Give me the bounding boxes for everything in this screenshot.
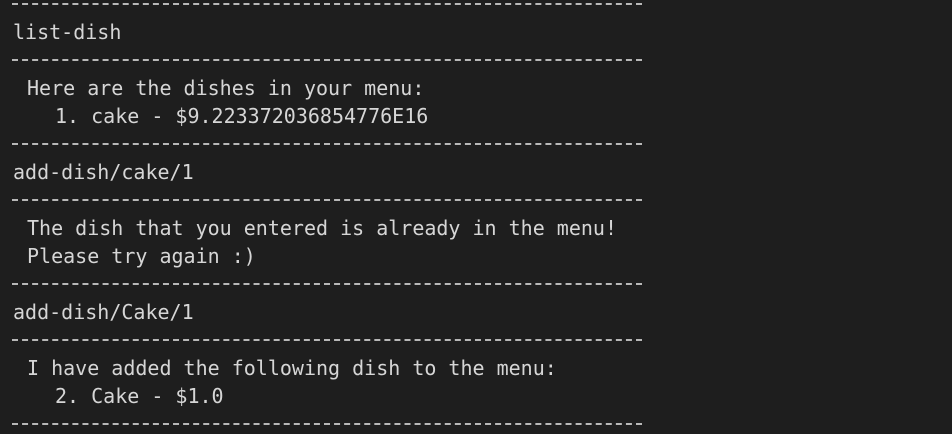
output-menu-header: Here are the dishes in your menu: — [27, 76, 425, 100]
separator-line — [12, 143, 642, 145]
separator-line — [12, 283, 642, 285]
output-added-header: I have added the following dish to the m… — [27, 356, 557, 380]
command-list-dish: list-dish — [13, 20, 122, 44]
output-error-duplicate: The dish that you entered is already in … — [27, 216, 618, 240]
separator-line — [12, 339, 642, 341]
command-add-dish-cake: add-dish/cake/1 — [13, 160, 194, 184]
output-menu-item-1: 1. cake - $9.223372036854776E16 — [55, 104, 429, 128]
output-error-retry: Please try again :) — [27, 244, 256, 268]
separator-line — [12, 199, 642, 201]
output-added-item-2: 2. Cake - $1.0 — [55, 384, 224, 408]
separator-line — [12, 423, 642, 425]
terminal-window[interactable]: list-dish Here are the dishes in your me… — [0, 0, 952, 434]
separator-line — [12, 3, 642, 5]
separator-line — [12, 59, 642, 61]
command-add-dish-Cake: add-dish/Cake/1 — [13, 300, 194, 324]
